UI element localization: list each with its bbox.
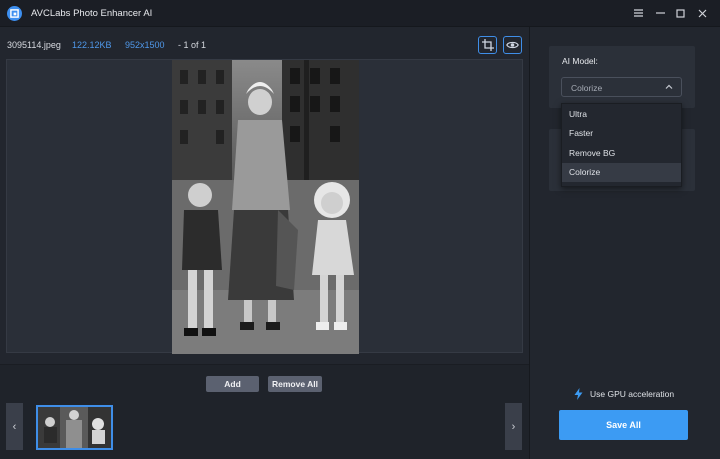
- thumbnail-item[interactable]: [36, 405, 113, 450]
- image-canvas[interactable]: [6, 59, 523, 354]
- chevron-up-icon: [665, 84, 673, 89]
- minimize-icon[interactable]: [653, 6, 667, 20]
- file-dimensions: 952x1500: [125, 40, 165, 50]
- gpu-toggle[interactable]: Use GPU acceleration: [574, 388, 674, 400]
- remove-all-button[interactable]: Remove All: [268, 376, 322, 392]
- app-logo-icon: [7, 6, 22, 21]
- ai-model-dropdown: Ultra Faster Remove BG Colorize: [561, 103, 682, 187]
- prev-button[interactable]: ‹: [6, 403, 23, 450]
- ai-model-panel: AI Model: Colorize: [549, 46, 695, 108]
- file-size: 122.12KB: [72, 40, 112, 50]
- ai-model-selected: Colorize: [571, 83, 603, 93]
- photo-preview: [172, 60, 359, 354]
- crop-icon: [481, 39, 494, 51]
- lightning-icon: [574, 388, 583, 400]
- workspace: 3095114.jpeg 122.12KB 952x1500 - 1 of 1: [0, 27, 529, 459]
- add-button[interactable]: Add: [206, 376, 259, 392]
- next-button[interactable]: ›: [505, 403, 522, 450]
- thumbnail-strip: Add Remove All ‹ ›: [0, 365, 529, 459]
- dropdown-option-remove-bg[interactable]: Remove BG: [562, 143, 681, 163]
- title-bar: AVCLabs Photo Enhancer AI: [0, 0, 720, 27]
- file-count: - 1 of 1: [178, 40, 207, 50]
- dropdown-option-faster[interactable]: Faster: [562, 124, 681, 144]
- save-all-button[interactable]: Save All: [559, 410, 688, 440]
- file-name: 3095114.jpeg: [7, 40, 61, 50]
- close-icon[interactable]: [695, 6, 709, 20]
- app-title: AVCLabs Photo Enhancer AI: [31, 8, 153, 19]
- chevron-left-icon: ‹: [12, 420, 17, 433]
- maximize-icon[interactable]: [673, 6, 687, 20]
- eye-icon: [506, 41, 519, 49]
- ai-model-label: AI Model:: [562, 56, 598, 66]
- preview-button[interactable]: [503, 36, 522, 54]
- menu-icon[interactable]: [631, 6, 645, 20]
- dropdown-option-colorize[interactable]: Colorize: [562, 162, 681, 182]
- settings-panel: AI Model: Colorize Ultra Faster Remove B…: [529, 27, 720, 459]
- dropdown-option-ultra[interactable]: Ultra: [562, 104, 681, 124]
- chevron-right-icon: ›: [511, 420, 516, 433]
- ai-model-select[interactable]: Colorize: [561, 77, 682, 97]
- crop-button[interactable]: [478, 36, 497, 54]
- gpu-label: Use GPU acceleration: [590, 389, 675, 399]
